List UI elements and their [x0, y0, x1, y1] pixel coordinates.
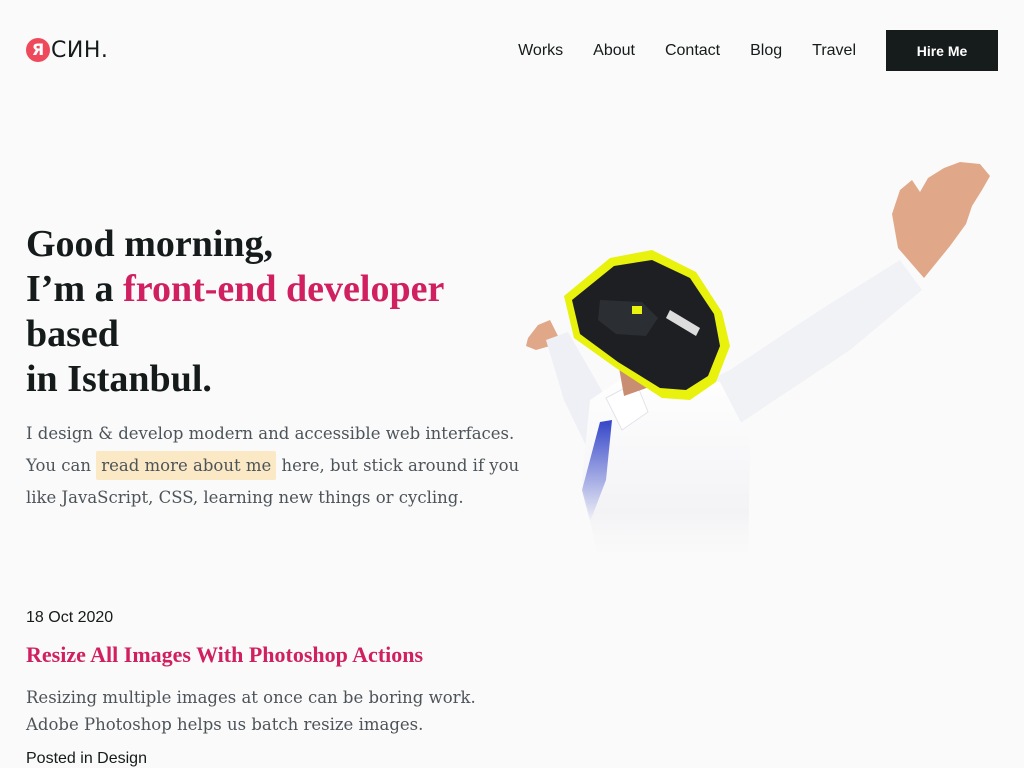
site-logo[interactable]: Я СИН. [26, 37, 108, 63]
logo-text: СИН. [51, 37, 109, 63]
post-excerpt-line1: Resizing multiple images at once can be … [26, 688, 476, 707]
hero-desc-line3: like JavaScript, CSS, learning new thing… [26, 488, 464, 507]
read-more-link[interactable]: read more about me [96, 451, 277, 480]
post-excerpt-line2: Adobe Photoshop helps us batch resize im… [26, 715, 424, 734]
hero-greeting: Good morning, [26, 223, 274, 265]
nav-travel[interactable]: Travel [812, 42, 856, 60]
hero-role: front-end developer [123, 268, 445, 310]
hero-intro-line: I’m a front-end developer [26, 267, 516, 312]
logo-mark: Я [26, 38, 50, 62]
hero-title: Good morning, I’m a front-end developer … [26, 222, 516, 402]
hero-desc-prefix: You can [26, 456, 97, 475]
post-title-link[interactable]: Resize All Images With Photoshop Actions [26, 642, 423, 668]
post-category: Posted in Design [26, 750, 147, 767]
hero-desc-line1: I design & develop modern and accessible… [26, 424, 515, 443]
nav-contact[interactable]: Contact [665, 42, 720, 60]
nav-works[interactable]: Works [518, 42, 563, 60]
hero-intro-prefix: I’m a [26, 268, 124, 310]
hero-line-based: based [26, 313, 119, 355]
nav-about[interactable]: About [593, 42, 635, 60]
post-excerpt: Resizing multiple images at once can be … [26, 684, 526, 738]
post-date: 18 Oct 2020 [26, 609, 114, 626]
hero-desc-line2: You can read more about me here, but sti… [26, 450, 520, 482]
hero-image [520, 150, 1010, 580]
main-nav: Works About Contact Blog Travel Hire Me [518, 30, 998, 71]
hero-line-location: in Istanbul. [26, 358, 212, 400]
hire-me-button[interactable]: Hire Me [886, 30, 998, 71]
nav-blog[interactable]: Blog [750, 42, 782, 60]
hero-desc-suffix: here, but stick around if you [276, 456, 520, 475]
hero-description: I design & develop modern and accessible… [26, 418, 520, 514]
